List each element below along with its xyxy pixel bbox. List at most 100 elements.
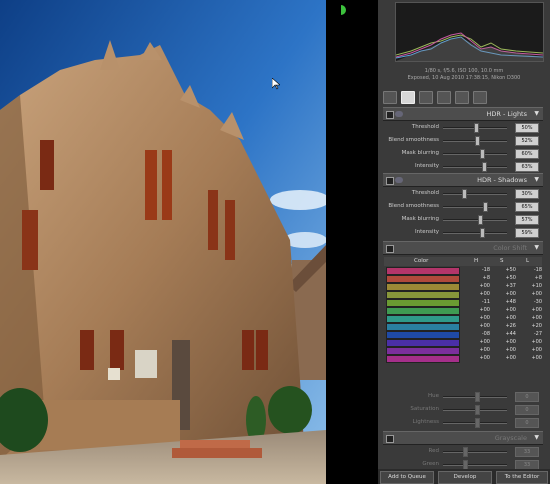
color-shift-row[interactable]: +00 +00 +00 [384,290,542,299]
film-tool-icon[interactable] [437,91,451,104]
slider-value-field[interactable]: 30% [515,189,539,199]
collapse-caret-icon[interactable]: ▼ [534,432,539,444]
slider-knob[interactable] [463,447,468,457]
slider-track[interactable] [443,193,507,195]
slider-knob[interactable] [475,405,480,415]
hdr-lights-section: HDR - Lights ▼ Threshold 50% Blend smooth… [383,107,543,173]
add-to-queue-button[interactable]: Add to Queue [380,471,434,484]
photo-preview[interactable] [0,0,326,484]
crop-tool-icon[interactable] [383,91,397,104]
slider-track[interactable] [443,153,507,155]
hdr-shadows-toggle-icon[interactable] [395,177,403,183]
slider-label: Blend smoothness [388,203,439,209]
color-shift-row[interactable]: +00 +00 +00 [384,314,542,323]
slider-value-field[interactable]: 52% [515,136,539,146]
slider-value-field[interactable]: 63% [515,162,539,172]
shift-value-l: +00 [531,307,542,313]
slider-knob[interactable] [461,189,467,199]
shift-value-l: +00 [531,355,542,361]
detail-tool-icon[interactable] [419,91,433,104]
shift-value-s: +48 [505,299,516,305]
color-shift-row[interactable]: +00 +26 +20 [384,322,542,331]
color-swatch[interactable] [386,355,460,363]
shift-value-l: +10 [531,283,542,289]
slider-value-field[interactable]: 59% [515,228,539,238]
color-shift-row[interactable]: +00 +37 +10 [384,282,542,291]
shift-value-h: +00 [479,291,490,297]
slider-knob[interactable] [482,162,488,172]
shift-value-l: +20 [531,323,542,329]
slider-value-field[interactable]: 0 [515,418,539,428]
slider-row: Threshold 30% [383,187,543,200]
slider-track[interactable] [443,451,507,453]
slider-track[interactable] [443,166,507,168]
shift-value-h: +00 [479,355,490,361]
grayscale-header[interactable]: Grayscale ▼ [383,431,543,445]
color-shift-row[interactable]: +00 +00 +00 [384,306,542,315]
hdr-lights-toggle-icon[interactable] [395,111,403,117]
adjust-tool-icon[interactable] [401,91,415,104]
slider-label: Threshold [411,124,439,130]
slider-track[interactable] [443,232,507,234]
slider-value-field[interactable]: 57% [515,215,539,225]
slider-value-field[interactable]: 33 [515,447,539,457]
slider-label: Intensity [415,163,439,169]
color-shift-title: Color Shift [493,244,527,252]
shift-value-l: +00 [531,339,542,345]
slider-value-field[interactable]: 60% [515,149,539,159]
slider-knob[interactable] [474,123,479,133]
exif-line-2: Exposed, 10 Aug 2010 17:38:15, Nikon D30… [407,75,521,81]
slider-row: Red 33 [383,445,543,458]
collapse-caret-icon[interactable]: ▼ [534,174,539,186]
slider-knob[interactable] [479,228,485,238]
color-shift-row[interactable]: +8 +50 +8 [384,274,542,283]
slider-knob[interactable] [475,136,481,146]
color-shift-row[interactable]: +00 +00 +00 [384,338,542,347]
shift-value-l: +8 [534,275,542,281]
column-header-l: L [526,258,530,264]
color-shift-row[interactable]: +00 +00 +00 [384,346,542,355]
shift-value-h: +00 [479,283,490,289]
slider-track[interactable] [443,464,507,466]
color-shift-header[interactable]: Color Shift ▼ [383,241,543,255]
color-shift-row[interactable]: -08 +44 -27 [384,330,542,339]
status-indicator-icon [335,4,346,16]
slider-track[interactable] [443,219,507,221]
settings-tool-icon[interactable] [473,91,487,104]
slider-track[interactable] [443,206,507,208]
hdr-shadows-title: HDR - Shadows [477,176,527,184]
exif-line-1: 1/80 s, f/5.6, ISO 100, 10.0 mm [424,68,504,74]
slider-row: Intensity 63% [383,160,543,173]
slider-value-field[interactable]: 50% [515,123,539,133]
frame-tool-icon[interactable] [455,91,469,104]
grayscale-checkbox[interactable] [386,435,394,443]
slider-knob[interactable] [475,392,480,402]
slider-value-field[interactable]: 65% [515,202,539,212]
hdr-shadows-checkbox[interactable] [386,177,394,185]
color-shift-checkbox[interactable] [386,245,394,253]
hdr-shadows-header[interactable]: HDR - Shadows ▼ [383,173,543,187]
shift-value-s: +00 [505,315,516,321]
slider-knob[interactable] [475,418,480,428]
slider-row: Mask blurring 60% [383,147,543,160]
develop-button[interactable]: Develop [438,471,492,484]
color-shift-row[interactable]: -18 +50 -18 [384,266,542,275]
slider-row: Lightness 0 [383,416,543,429]
slider-knob[interactable] [478,215,484,225]
color-shift-row[interactable]: -11 +48 -30 [384,298,542,307]
slider-knob[interactable] [483,202,489,212]
collapse-caret-icon[interactable]: ▼ [534,242,539,254]
hdr-lights-checkbox[interactable] [386,111,394,119]
to-the-editor-button[interactable]: To the Editor [496,471,548,484]
slider-value-field[interactable]: 0 [515,405,539,415]
color-shift-section: Color Shift ▼ [383,241,543,255]
collapse-caret-icon[interactable]: ▼ [534,108,539,120]
slider-label: Red [428,448,439,454]
tool-strip [383,91,491,104]
slider-knob[interactable] [480,149,486,159]
hdr-lights-header[interactable]: HDR - Lights ▼ [383,107,543,121]
color-shift-row[interactable]: +00 +00 +00 [384,354,542,363]
exif-info: 1/80 s, f/5.6, ISO 100, 10.0 mm Exposed,… [380,68,548,82]
color-adjust-sliders: Hue 0 Saturation 0 Lightness 0 [383,390,543,429]
slider-value-field[interactable]: 0 [515,392,539,402]
